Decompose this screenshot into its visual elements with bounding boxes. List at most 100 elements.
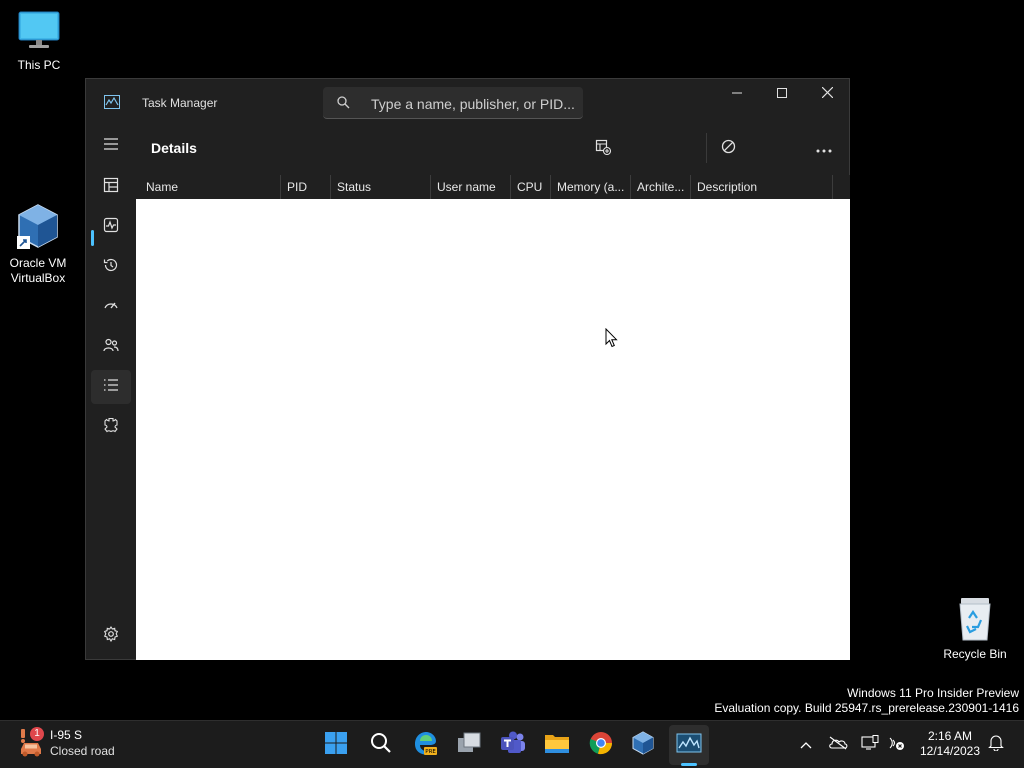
search-icon bbox=[337, 96, 350, 114]
startup-apps-icon bbox=[103, 297, 119, 318]
run-new-task-icon bbox=[595, 139, 612, 160]
table-header: Name PID Status User name CPU Memory (a.… bbox=[136, 175, 850, 199]
nav-item-processes[interactable] bbox=[91, 170, 131, 204]
desktop-icon-label: Oracle VM VirtualBox bbox=[9, 256, 67, 285]
show-hidden-icons-button[interactable] bbox=[794, 733, 818, 757]
watermark-line-1: Windows 11 Pro Insider Preview bbox=[847, 686, 1019, 700]
command-bar: Details bbox=[136, 125, 850, 173]
desktop-icon-label: This PC bbox=[17, 58, 61, 72]
details-page: Details Name PID Status User name CPU Me… bbox=[136, 125, 850, 660]
alert-icon bbox=[18, 729, 28, 748]
nav-item-services[interactable] bbox=[91, 410, 131, 444]
watermark-line-2: Evaluation copy. Build 25947.rs_prerelea… bbox=[714, 701, 1019, 715]
notification-badge: 1 bbox=[30, 727, 44, 741]
onedrive-tray[interactable] bbox=[826, 733, 850, 757]
taskbar-file-explorer[interactable] bbox=[537, 725, 577, 765]
taskbar: 1 I-95 S Closed road PRE 2:16 AM 12/14/2… bbox=[0, 720, 1024, 768]
system-clock[interactable]: 2:16 AM 12/14/2023 bbox=[912, 729, 988, 759]
nav-item-users[interactable] bbox=[91, 330, 131, 364]
command-separator bbox=[706, 133, 707, 163]
navigation-pane bbox=[86, 125, 136, 660]
desktop-icon-recycle-bin[interactable]: Recycle Bin bbox=[940, 596, 1010, 661]
clock-date: 12/14/2023 bbox=[919, 744, 981, 758]
more-icon bbox=[816, 140, 832, 158]
processes-icon bbox=[103, 177, 119, 198]
app-history-icon bbox=[103, 257, 119, 278]
network-icon bbox=[887, 735, 905, 756]
page-title: Details bbox=[151, 140, 197, 156]
desktop-icon-virtualbox[interactable]: Oracle VM VirtualBox bbox=[0, 202, 76, 286]
svg-text:PRE: PRE bbox=[425, 749, 436, 755]
users-icon bbox=[103, 337, 119, 358]
search-icon bbox=[370, 732, 392, 759]
end-task-icon bbox=[721, 139, 736, 159]
traffic-widget[interactable]: 1 I-95 S Closed road bbox=[18, 727, 128, 763]
maximize-button[interactable] bbox=[759, 79, 805, 109]
clock-time: 2:16 AM bbox=[927, 729, 973, 743]
taskbar-chrome[interactable] bbox=[581, 725, 621, 765]
nav-item-settings[interactable] bbox=[91, 619, 131, 653]
task-manager-app-icon bbox=[104, 95, 120, 109]
minimize-icon bbox=[732, 85, 742, 103]
virtualbox-icon bbox=[14, 204, 62, 253]
taskbar-task-view[interactable] bbox=[449, 725, 489, 765]
traffic-status: Closed road bbox=[50, 744, 115, 758]
mouse-cursor-icon bbox=[605, 327, 619, 353]
display-icon bbox=[861, 734, 879, 756]
title-bar[interactable]: Task Manager bbox=[86, 79, 849, 125]
window-title: Task Manager bbox=[142, 96, 218, 110]
run-new-task-button[interactable] bbox=[585, 133, 621, 165]
taskbar-search-button[interactable] bbox=[361, 725, 401, 765]
details-icon bbox=[103, 378, 119, 397]
column-header-name[interactable]: Name bbox=[140, 175, 281, 199]
search-box[interactable] bbox=[323, 87, 583, 119]
evaluation-watermark: Windows 11 Pro Insider Preview Evaluatio… bbox=[714, 686, 1019, 716]
network-tray[interactable] bbox=[884, 733, 908, 757]
task-manager-window[interactable]: Task Manager Type a name, publisher, or … bbox=[85, 78, 850, 660]
services-icon bbox=[103, 417, 119, 438]
search-input[interactable] bbox=[369, 93, 578, 115]
file-explorer-icon bbox=[544, 732, 570, 759]
virtualbox-icon bbox=[631, 730, 655, 760]
minimize-button[interactable] bbox=[714, 79, 760, 109]
end-task-button[interactable] bbox=[710, 133, 746, 165]
column-header-memory[interactable]: Memory (a... bbox=[551, 175, 631, 199]
desktop-icon-label: Recycle Bin bbox=[943, 647, 1007, 661]
onedrive-icon bbox=[828, 736, 848, 755]
edge-pre-icon: PRE bbox=[412, 730, 438, 761]
maximize-icon bbox=[777, 85, 787, 103]
more-options-button[interactable] bbox=[806, 133, 842, 165]
nav-item-details[interactable] bbox=[91, 370, 131, 404]
taskbar-teams[interactable] bbox=[493, 725, 533, 765]
teams-icon bbox=[500, 731, 526, 760]
column-header-cpu[interactable]: CPU bbox=[511, 175, 551, 199]
notifications-button[interactable] bbox=[984, 733, 1008, 757]
traffic-route: I-95 S bbox=[50, 728, 83, 742]
taskbar-virtualbox[interactable] bbox=[623, 725, 663, 765]
start-button[interactable] bbox=[316, 725, 356, 765]
nav-menu-toggle[interactable] bbox=[91, 129, 131, 163]
notifications-icon bbox=[988, 734, 1004, 756]
column-header-pid[interactable]: PID bbox=[281, 175, 331, 199]
column-header-status[interactable]: Status bbox=[331, 175, 431, 199]
close-button[interactable] bbox=[804, 79, 850, 109]
details-table-body[interactable] bbox=[136, 199, 850, 660]
column-header-description[interactable]: Description bbox=[691, 175, 833, 199]
nav-item-startup-apps[interactable] bbox=[91, 290, 131, 324]
column-header-user-name[interactable]: User name bbox=[431, 175, 511, 199]
nav-item-performance[interactable] bbox=[91, 210, 131, 244]
taskbar-edge-preview[interactable]: PRE bbox=[405, 725, 445, 765]
start-icon bbox=[324, 731, 348, 760]
monitor-icon bbox=[17, 11, 61, 53]
taskbar-task-manager[interactable] bbox=[669, 725, 709, 765]
chevron-up-icon bbox=[800, 736, 812, 754]
display-tray[interactable] bbox=[858, 733, 882, 757]
active-app-indicator bbox=[681, 763, 697, 766]
desktop-icon-this-pc[interactable]: This PC bbox=[1, 10, 77, 73]
column-header-architecture[interactable]: Archite... bbox=[631, 175, 691, 199]
recycle-bin-icon bbox=[955, 598, 995, 645]
task-manager-icon bbox=[676, 733, 702, 758]
task-view-icon bbox=[457, 732, 481, 759]
gear-icon bbox=[103, 625, 119, 647]
nav-item-app-history[interactable] bbox=[91, 250, 131, 284]
